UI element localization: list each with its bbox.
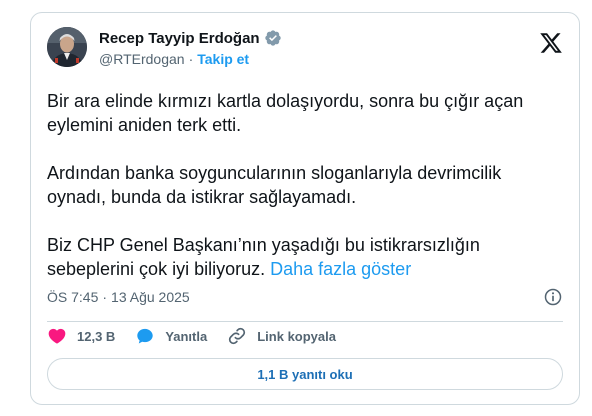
- reply-button[interactable]: Yanıtla: [135, 326, 207, 346]
- heart-icon: [48, 328, 66, 344]
- handle-row: @RTErdogan · Takip et: [99, 49, 282, 69]
- author-display-name[interactable]: Recep Tayyip Erdoğan: [99, 30, 260, 47]
- tweet-paragraph-1: Bir ara elinde kırmızı kartla dolaşıyord…: [47, 91, 524, 135]
- info-icon[interactable]: [543, 287, 563, 307]
- like-button[interactable]: 12,3 B: [47, 326, 115, 346]
- avatar[interactable]: [47, 27, 87, 67]
- tweet-header: Recep Tayyip Erdoğan @RTErdogan · Takip …: [47, 25, 563, 73]
- copy-link-button[interactable]: Link kopyala: [227, 326, 336, 346]
- x-logo-icon[interactable]: [539, 31, 563, 55]
- reply-bubble-icon: [137, 328, 154, 344]
- tweet-actions: 12,3 B Yanıtla Link kopyala: [47, 326, 356, 346]
- meta-separator: ·: [102, 289, 108, 305]
- read-replies-button[interactable]: 1,1 B yanıtı oku: [47, 358, 563, 390]
- likes-count: 12,3 B: [77, 328, 116, 344]
- author-handle[interactable]: @RTErdogan: [99, 51, 185, 67]
- verified-badge-icon: [264, 29, 282, 47]
- tweet-paragraph-3: Biz CHP Genel Başkanı’nın yaşadığı bu is…: [47, 233, 527, 281]
- copy-link-label: Link kopyala: [257, 328, 336, 344]
- reply-label: Yanıtla: [165, 328, 208, 344]
- tweet-paragraph-2: Ardından banka soyguncularının sloganlar…: [47, 163, 502, 207]
- author-names: Recep Tayyip Erdoğan @RTErdogan · Takip …: [99, 28, 282, 69]
- tweet-date[interactable]: 13 Ağu 2025: [111, 289, 190, 305]
- tweet-card: Recep Tayyip Erdoğan @RTErdogan · Takip …: [30, 12, 580, 405]
- tweet-text: Bir ara elinde kırmızı kartla dolaşıyord…: [47, 89, 527, 281]
- divider: [47, 321, 563, 322]
- handle-separator: ·: [188, 51, 194, 67]
- tweet-paragraph-3-text: Biz CHP Genel Başkanı’nın yaşadığı bu is…: [47, 235, 480, 279]
- avatar-image: [47, 27, 87, 67]
- show-more-link[interactable]: Daha fazla göster: [270, 259, 411, 279]
- name-row: Recep Tayyip Erdoğan: [99, 28, 282, 48]
- tweet-meta: ÖS 7:45 · 13 Ağu 2025: [47, 287, 563, 307]
- link-icon: [229, 327, 246, 345]
- tweet-time[interactable]: ÖS 7:45: [47, 289, 98, 305]
- follow-button[interactable]: Takip et: [197, 51, 249, 67]
